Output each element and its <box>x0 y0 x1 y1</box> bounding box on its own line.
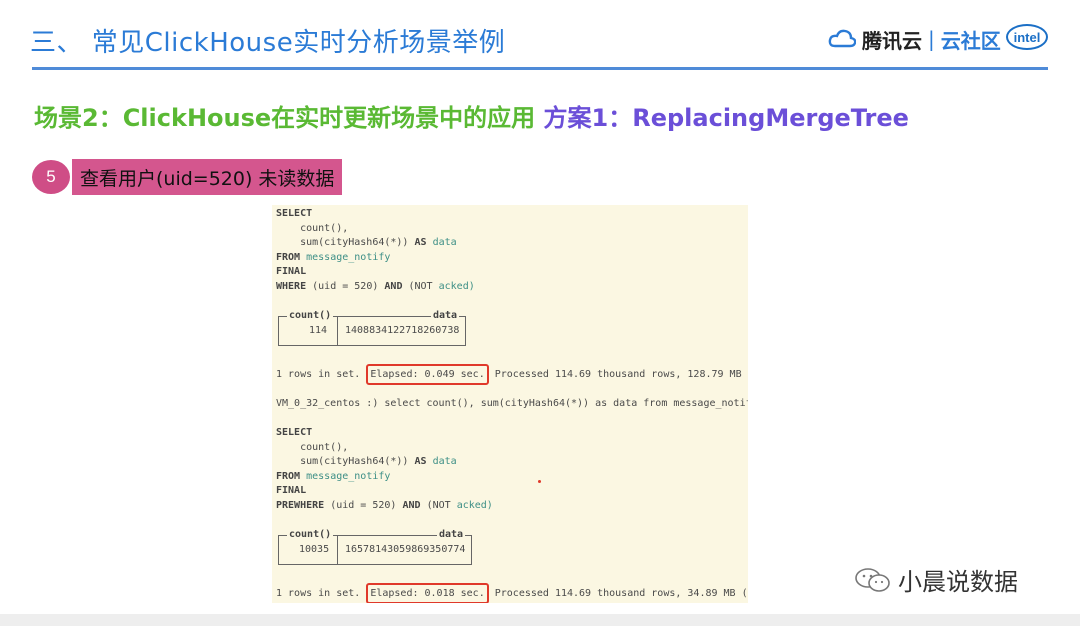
sql-not: (NOT <box>408 281 433 292</box>
sql-cond: (uid = 520) <box>330 500 397 511</box>
page-title: 三、 常见ClickHouse实时分析场景举例 <box>30 28 506 58</box>
sql-as: AS <box>414 237 427 249</box>
sql-final: FINAL <box>276 266 307 278</box>
sql-and: AND <box>402 500 421 511</box>
result-col-count: count() <box>287 528 334 543</box>
sql-sum: sum(cityHash64(*)) <box>276 456 409 468</box>
sql-alias: data <box>432 237 457 249</box>
result-count-value: 10035 <box>299 544 330 555</box>
sql-prewhere-line: PREWHERE (uid = 520) AND (NOT acked) <box>276 499 493 514</box>
sql-cond: (uid = 520) <box>312 281 379 292</box>
step-label: 查看用户(uid=520) 未读数据 <box>72 159 343 195</box>
sql-as: AS <box>414 456 427 468</box>
sql-from-line: FROM message_notify <box>276 470 390 485</box>
sql-sum: sum(cityHash64(*)) <box>276 237 409 249</box>
elapsed-highlight: Elapsed: 0.049 sec. <box>366 364 489 385</box>
sql-table: message_notify <box>306 470 391 482</box>
stats-processed: Processed 114.69 thousand rows, 128.79 M… <box>494 369 748 380</box>
logo-brand: 腾讯云 <box>862 28 922 53</box>
logo-community: 云社区 <box>940 28 1001 53</box>
result-table: count() data 114 1408834122718260738 <box>278 309 466 346</box>
wechat-icon <box>855 567 890 592</box>
plan-label: 方案1：ReplacingMergeTree <box>543 104 909 132</box>
sql-count: count(), <box>276 222 349 234</box>
stats-rows: 1 rows in set. <box>276 588 361 599</box>
sql-where-line: WHERE (uid = 520) AND (NOT acked) <box>276 280 475 295</box>
stats-rows: 1 rows in set. <box>276 369 361 380</box>
scene-label: 场景2：ClickHouse在实时更新场景中的应用 <box>34 104 536 132</box>
scene-heading: 场景2：ClickHouse在实时更新场景中的应用 方案1：ReplacingM… <box>34 98 909 133</box>
result-col-data: data <box>431 309 460 324</box>
tencent-cloud-logo: 腾讯云 | 云社区 <box>828 24 1001 54</box>
result-col-count: count() <box>287 309 334 324</box>
result-col-data: data <box>437 528 466 543</box>
result-table: count() data 10035 16578143059869350774 <box>278 528 472 565</box>
logo-separator: | <box>928 27 935 51</box>
sql-sum-line: sum(cityHash64(*)) AS data <box>276 236 457 251</box>
sql-final: FINAL <box>276 485 307 497</box>
elapsed-highlight: Elapsed: 0.018 sec. <box>366 583 489 603</box>
slide-footer-bar <box>0 614 1080 626</box>
result-count-value: 114 <box>309 325 328 336</box>
result-data-value: 16578143059869350774 <box>345 544 466 555</box>
sql-acked: acked) <box>438 281 475 292</box>
stats-line: 1 rows in set. Elapsed: 0.049 sec. Proce… <box>276 364 748 385</box>
stats-line: 1 rows in set. Elapsed: 0.018 sec. Proce… <box>276 583 748 603</box>
intel-logo: intel <box>1006 24 1048 50</box>
sql-from: FROM <box>276 251 301 263</box>
terminal-screenshot: SELECT count(), sum(cityHash64(*)) AS da… <box>272 205 748 603</box>
red-dot-mark <box>538 480 541 483</box>
watermark-text: 小晨说数据 <box>898 568 1018 596</box>
sql-where: WHERE <box>276 281 307 292</box>
cloud-icon <box>828 29 856 48</box>
result-data-value: 1408834122718260738 <box>345 325 460 336</box>
sql-from-line: FROM message_notify <box>276 251 390 266</box>
sql-and: AND <box>384 281 403 292</box>
sql-select: SELECT <box>276 427 313 438</box>
step-number-badge: 5 <box>32 160 70 194</box>
sql-acked: acked) <box>456 500 493 511</box>
sql-count: count(), <box>276 441 349 453</box>
stats-processed: Processed 114.69 thousand rows, 34.89 MB… <box>494 588 748 599</box>
sql-select: SELECT <box>276 208 313 219</box>
sql-sum-line: sum(cityHash64(*)) AS data <box>276 455 457 470</box>
sql-table: message_notify <box>306 251 391 263</box>
watermark: 小晨说数据 <box>854 562 1018 597</box>
sql-from: FROM <box>276 470 301 482</box>
cli-prompt: VM_0_32_centos :) select count(), sum(ci… <box>276 398 748 409</box>
sql-not: (NOT <box>426 500 451 511</box>
sql-prewhere: PREWHERE <box>276 500 325 511</box>
header-divider <box>32 67 1048 70</box>
sql-alias: data <box>432 456 457 468</box>
